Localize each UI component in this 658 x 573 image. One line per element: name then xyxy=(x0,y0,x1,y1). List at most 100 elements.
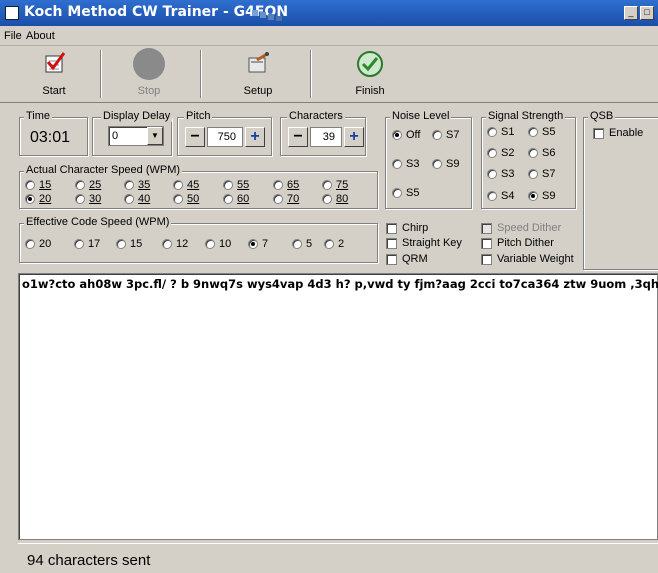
effective-speed-radio-5[interactable]: 5 xyxy=(292,238,312,250)
actual-speed-radio-60[interactable]: 60 xyxy=(223,193,249,205)
noise-radio-s5[interactable]: S5 xyxy=(392,187,419,199)
effective-speed-radio-12[interactable]: 12 xyxy=(162,238,188,250)
variable-weight-label: Variable Weight xyxy=(497,253,574,265)
actual-speed-radio-35[interactable]: 35 xyxy=(124,179,150,191)
radio-dot xyxy=(124,180,134,190)
noise-radio-s7[interactable]: S7 xyxy=(432,129,459,141)
effective-speed-radio-10[interactable]: 10 xyxy=(205,238,231,250)
signal-radio-s5[interactable]: S5 xyxy=(528,126,555,138)
toolbar: Start Stop Setup Finish xyxy=(14,48,654,102)
pitch-dither-label: Pitch Dither xyxy=(497,237,554,249)
actual-speed-radio-40-label: 40 xyxy=(138,193,151,205)
chirp-checkbox[interactable]: Chirp xyxy=(386,222,428,234)
stop-button[interactable]: Stop xyxy=(109,48,189,100)
qrm-checkbox[interactable]: QRM xyxy=(386,253,428,265)
actual-speed-radio-30[interactable]: 30 xyxy=(75,193,101,205)
signal-radio-s6[interactable]: S6 xyxy=(528,147,555,159)
radio-dot xyxy=(75,180,85,190)
noise-radio-off[interactable]: Off xyxy=(392,129,420,141)
actual-speed-radio-25[interactable]: 25 xyxy=(75,179,101,191)
app-icon xyxy=(5,6,19,20)
radio-dot xyxy=(124,194,134,204)
pitch-decrease-button[interactable]: − xyxy=(185,127,205,147)
pitch-increase-button[interactable]: + xyxy=(245,127,265,147)
output-text: o1w?cto ah08w 3pc.fl/ ? b 9nwq7s wys4vap… xyxy=(22,277,658,291)
signal-radio-s3[interactable]: S3 xyxy=(487,168,514,180)
finish-label: Finish xyxy=(355,85,385,97)
actual-speed-radio-55-label: 55 xyxy=(237,179,250,191)
actual-speed-radio-65[interactable]: 65 xyxy=(273,179,299,191)
noise-radio-s9[interactable]: S9 xyxy=(432,158,459,170)
qsb-enable-checkbox[interactable]: Enable xyxy=(593,127,643,139)
straight-key-label: Straight Key xyxy=(402,237,462,249)
time-label: Time xyxy=(24,110,53,122)
variable-weight-checkbox[interactable]: Variable Weight xyxy=(481,253,574,265)
menu-about[interactable]: About xyxy=(26,30,55,42)
signal-radio-s2-label: S2 xyxy=(501,147,515,159)
effective-speed-radio-7[interactable]: 7 xyxy=(248,238,268,250)
radio-dot xyxy=(432,130,442,140)
display-delay-select[interactable]: 0 ▼ xyxy=(108,126,164,146)
effective-speed-radio-17[interactable]: 17 xyxy=(74,238,100,250)
actual-speed-radio-15[interactable]: 15 xyxy=(25,179,51,191)
characters-increase-button[interactable]: + xyxy=(344,127,364,147)
noise-radio-s3[interactable]: S3 xyxy=(392,158,419,170)
radio-dot xyxy=(25,194,35,204)
start-label: Start xyxy=(42,85,66,97)
toolbar-separator xyxy=(310,50,312,98)
actual-speed-radio-75[interactable]: 75 xyxy=(322,179,348,191)
signal-radio-s4[interactable]: S4 xyxy=(487,190,514,202)
speed-dither-checkbox[interactable]: Speed Dither xyxy=(481,222,561,234)
actual-speed-radio-50[interactable]: 50 xyxy=(173,193,199,205)
checkbox-box xyxy=(593,127,604,139)
time-value: 03:01 xyxy=(30,129,71,146)
start-button[interactable]: Start xyxy=(14,48,94,100)
effective-speed-radio-20[interactable]: 20 xyxy=(25,238,51,250)
radio-dot xyxy=(25,239,35,249)
effective-speed-radio-7-label: 7 xyxy=(262,238,269,250)
menu-bar: File About xyxy=(0,26,658,46)
radio-dot xyxy=(392,159,402,169)
status-bar: 94 characters sent xyxy=(18,543,658,573)
menu-file[interactable]: File xyxy=(4,30,22,42)
effective-speed-label: Effective Code Speed (WPM) xyxy=(24,216,172,228)
title-bar[interactable]: Koch Method CW Trainer - G4FON _ □ xyxy=(0,0,658,26)
effective-speed-radio-15[interactable]: 15 xyxy=(116,238,142,250)
checkbox-box xyxy=(481,253,492,265)
actual-speed-radio-40[interactable]: 40 xyxy=(124,193,150,205)
actual-speed-radio-65-label: 65 xyxy=(287,179,300,191)
straight-key-checkbox[interactable]: Straight Key xyxy=(386,237,462,249)
signal-radio-s6-label: S6 xyxy=(542,147,556,159)
signal-radio-s9[interactable]: S9 xyxy=(528,190,555,202)
noise-radio-s3-label: S3 xyxy=(406,158,420,170)
signal-radio-s5-label: S5 xyxy=(542,126,556,138)
output-text-area[interactable]: o1w?cto ah08w 3pc.fl/ ? b 9nwq7s wys4vap… xyxy=(18,273,658,540)
radio-dot xyxy=(528,148,538,158)
signal-radio-s7[interactable]: S7 xyxy=(528,168,555,180)
actual-speed-radio-70[interactable]: 70 xyxy=(273,193,299,205)
actual-speed-radio-20-label: 20 xyxy=(39,193,52,205)
checkbox-box xyxy=(386,237,397,249)
signal-radio-s2[interactable]: S2 xyxy=(487,147,514,159)
actual-speed-radio-55[interactable]: 55 xyxy=(223,179,249,191)
actual-speed-radio-20[interactable]: 20 xyxy=(25,193,51,205)
finish-button[interactable]: Finish xyxy=(330,48,410,100)
actual-speed-radio-45[interactable]: 45 xyxy=(173,179,199,191)
radio-dot xyxy=(162,239,172,249)
characters-decrease-button[interactable]: − xyxy=(288,127,308,147)
actual-speed-radio-80[interactable]: 80 xyxy=(322,193,348,205)
setup-button[interactable]: Setup xyxy=(218,48,298,100)
maximize-button[interactable]: □ xyxy=(640,6,654,20)
radio-dot xyxy=(324,239,334,249)
effective-speed-radio-5-label: 5 xyxy=(306,238,313,250)
window-title: Koch Method CW Trainer - G4FON xyxy=(24,4,289,20)
pitch-dither-checkbox[interactable]: Pitch Dither xyxy=(481,237,554,249)
pitch-panel: Pitch − 750 + xyxy=(177,110,272,156)
signal-radio-s1[interactable]: S1 xyxy=(487,126,514,138)
finish-icon xyxy=(357,51,383,77)
chevron-down-icon[interactable]: ▼ xyxy=(147,127,163,145)
effective-speed-radio-2[interactable]: 2 xyxy=(324,238,344,250)
checkbox-box xyxy=(481,222,492,234)
radio-dot xyxy=(205,239,215,249)
minimize-button[interactable]: _ xyxy=(624,6,638,20)
